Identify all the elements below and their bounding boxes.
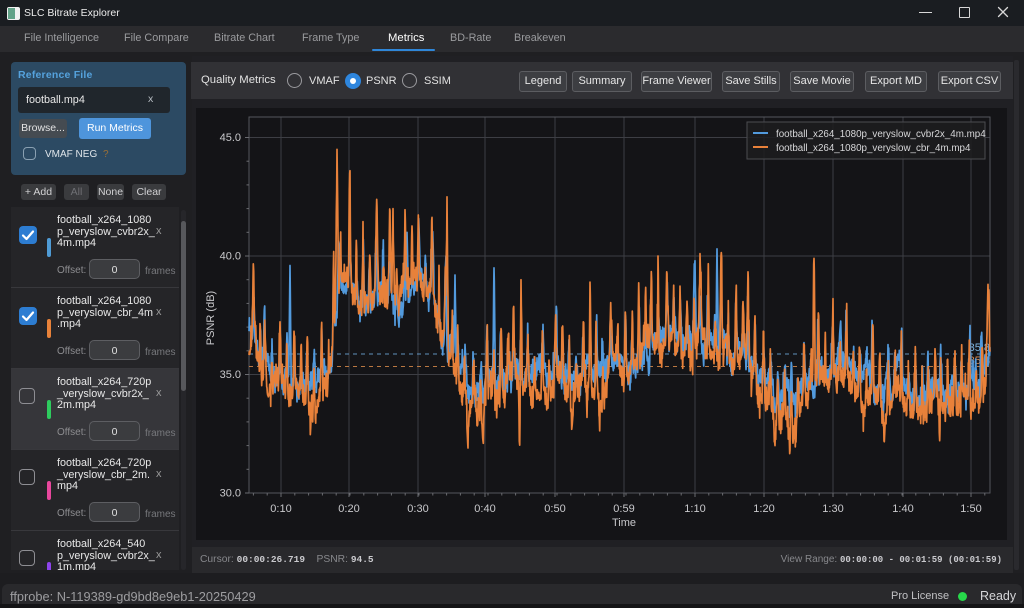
svg-text:1:40: 1:40 <box>892 503 913 515</box>
svg-text:football_x264_1080p_veryslow_c: football_x264_1080p_veryslow_cvbr2x_4m.m… <box>776 129 986 140</box>
svg-text:1:10: 1:10 <box>684 503 705 515</box>
svg-text:0:50: 0:50 <box>544 503 565 515</box>
svg-text:0:30: 0:30 <box>407 503 428 515</box>
svg-text:football_x264_1080p_veryslow_c: football_x264_1080p_veryslow_cbr_4m.mp4 <box>776 143 971 154</box>
svg-text:45.0: 45.0 <box>220 132 241 144</box>
svg-text:0:40: 0:40 <box>474 503 495 515</box>
svg-text:1:30: 1:30 <box>822 503 843 515</box>
svg-text:1:50: 1:50 <box>960 503 981 515</box>
svg-text:35.0: 35.0 <box>220 369 241 381</box>
svg-text:0:20: 0:20 <box>338 503 359 515</box>
svg-text:0:59: 0:59 <box>613 503 634 515</box>
svg-text:1:20: 1:20 <box>753 503 774 515</box>
svg-text:30.0: 30.0 <box>220 488 241 500</box>
svg-text:40.0: 40.0 <box>220 251 241 263</box>
svg-text:0:10: 0:10 <box>270 503 291 515</box>
svg-text:PSNR (dB): PSNR (dB) <box>205 291 217 345</box>
svg-text:Time: Time <box>612 517 636 529</box>
